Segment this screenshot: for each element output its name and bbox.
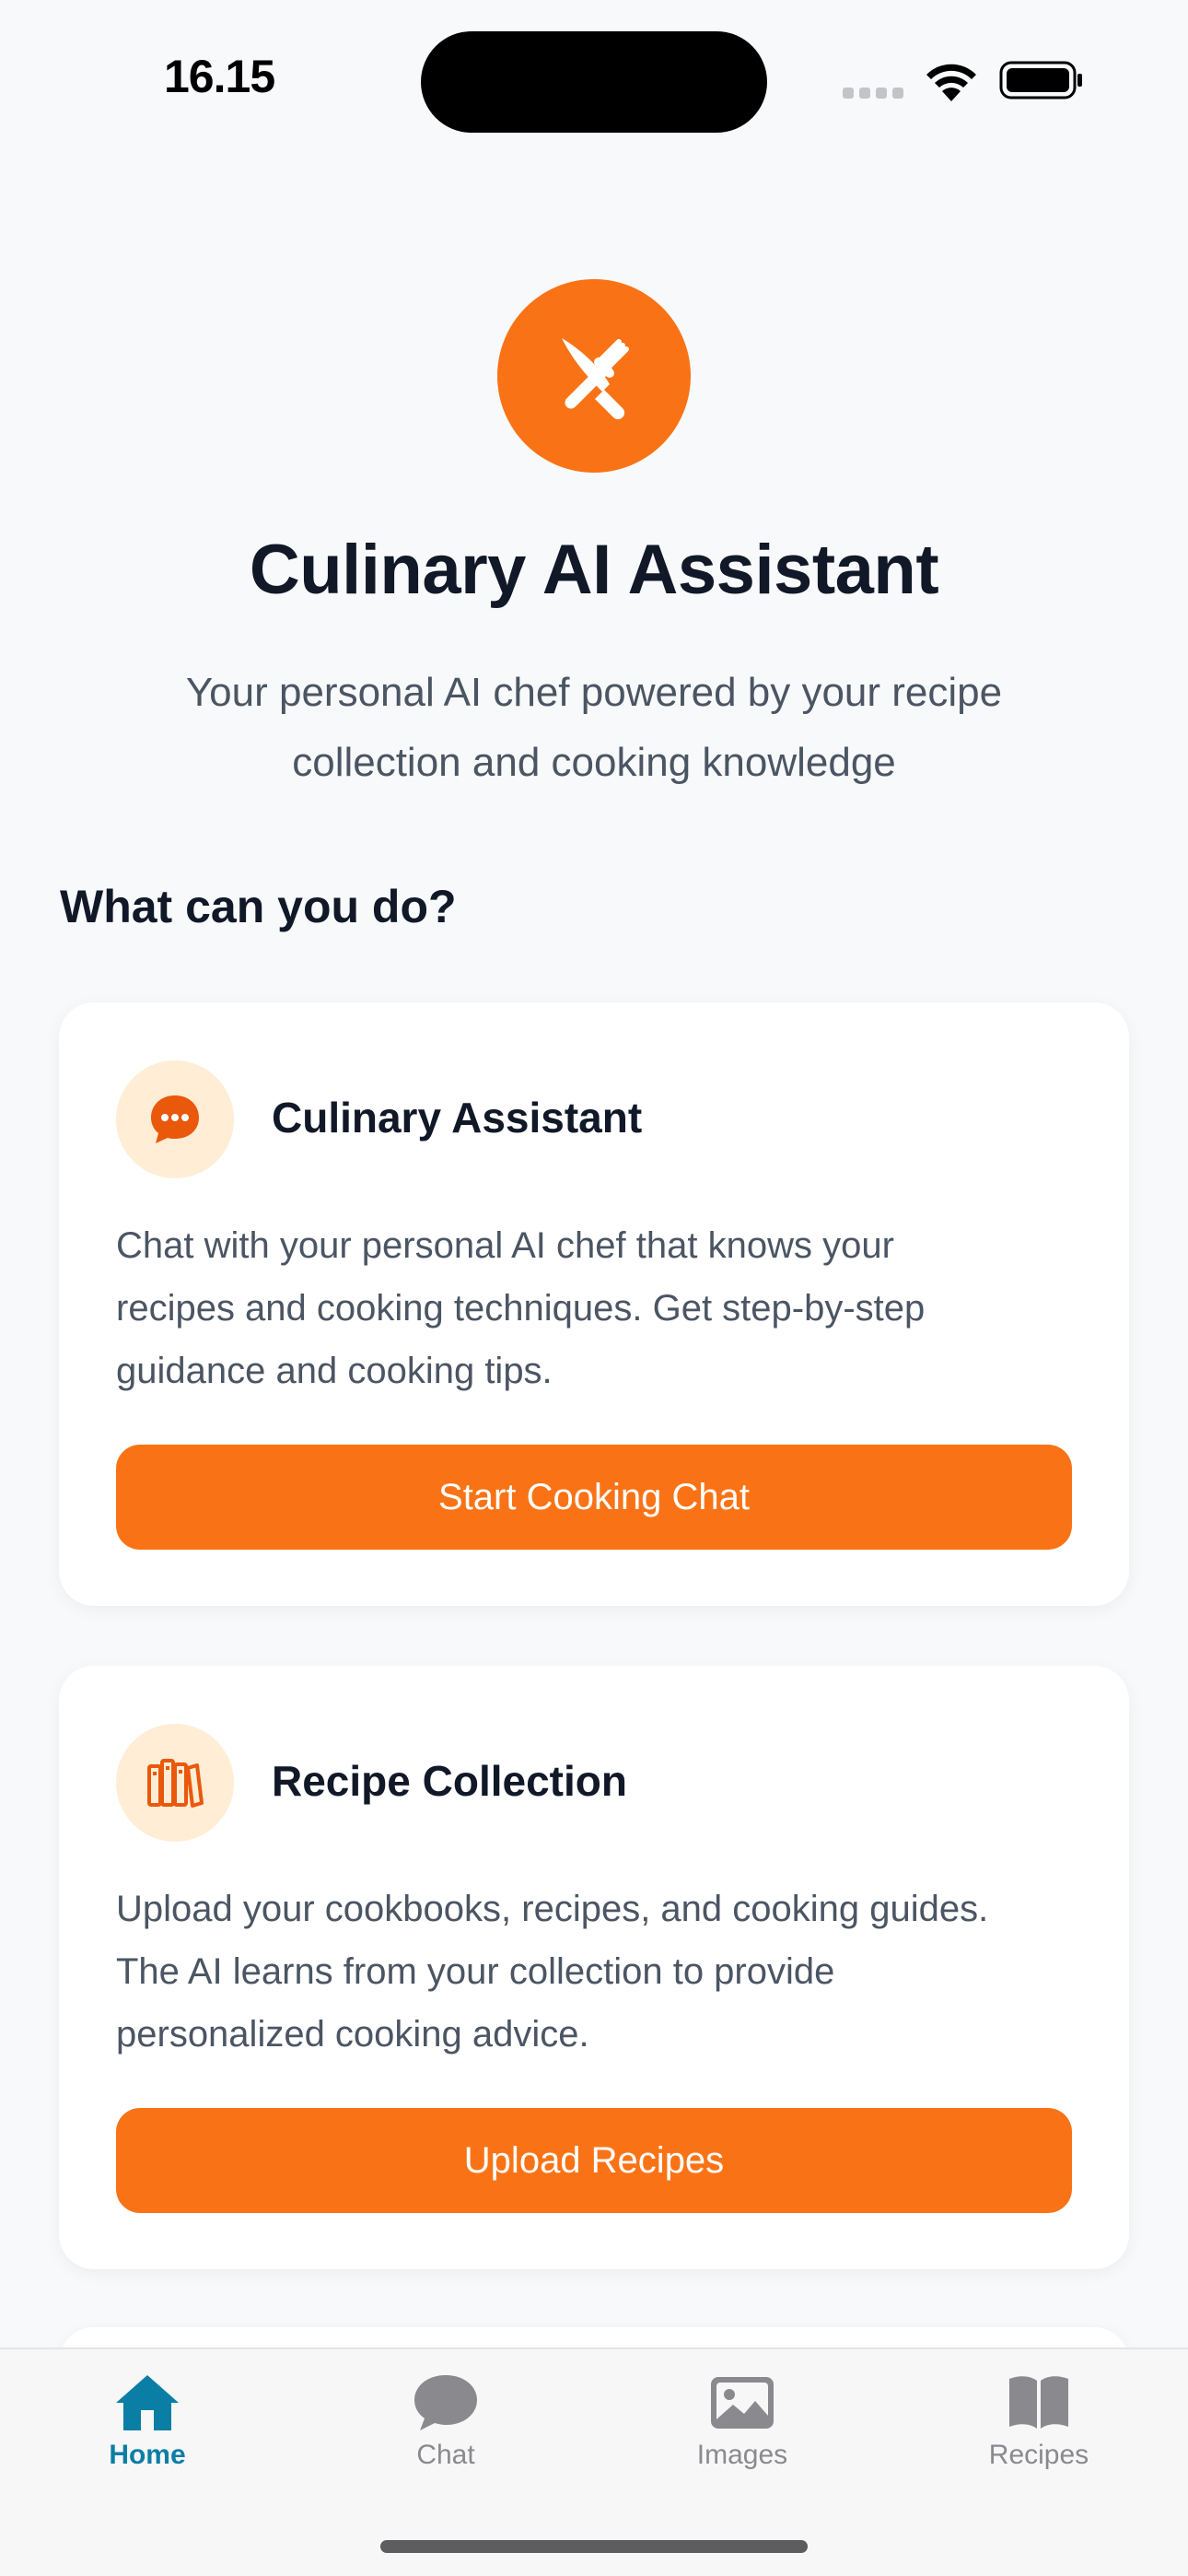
tab-recipes[interactable]: Recipes [947,2371,1131,2471]
card-description-line: guidance and cooking tips. [116,1351,553,1391]
card-description-line: The AI learns from your collection to pr… [116,1951,835,1992]
books-icon [116,1724,234,1842]
chat-bubble-icon [414,2375,477,2430]
tab-images[interactable]: Images [650,2371,834,2471]
tab-home[interactable]: Home [55,2371,239,2471]
card-description: Upload your cookbooks, recipes, and cook… [116,1878,1092,2066]
upload-recipes-button[interactable]: Upload Recipes [116,2108,1072,2213]
status-bar: 16.15 [0,0,1188,161]
recipe-collection-card: Recipe Collection Upload your cookbooks,… [59,1666,1129,2269]
wifi-icon [926,64,976,101]
section-heading: What can you do? [60,881,457,932]
card-description-line: personalized cooking advice. [116,2014,589,2055]
card-title: Culinary Assistant [272,1094,643,1142]
card-description: Chat with your personal AI chef that kno… [116,1214,1092,1402]
status-time: 16.15 [164,51,275,102]
card-description-line: Chat with your personal AI chef that kno… [116,1225,894,1266]
tab-label: Recipes [988,2440,1089,2470]
tab-label: Images [696,2440,788,2470]
home-indicator[interactable] [380,2540,808,2553]
cellular-signal-icon [843,88,903,100]
culinary-assistant-card: Culinary Assistant Chat with your person… [59,1002,1129,1606]
app-screen: 16.15 Culinary AI Assistant Your persona… [0,0,1188,2576]
card-description-line: Upload your cookbooks, recipes, and cook… [116,1889,989,1929]
image-icon [711,2377,774,2429]
dynamic-island [421,31,767,133]
battery-icon [999,61,1082,100]
card-description-line: recipes and cooking techniques. Get step… [116,1288,926,1329]
tab-label: Home [109,2440,186,2470]
page-subtitle: Your personal AI chef powered by your re… [129,658,1059,798]
card-title: Recipe Collection [272,1757,627,1805]
book-icon [1009,2376,1068,2429]
house-icon [116,2375,179,2430]
tab-label: Chat [416,2440,475,2470]
chat-bubble-ellipsis-icon [116,1060,234,1178]
start-cooking-chat-button[interactable]: Start Cooking Chat [116,1445,1072,1550]
subtitle-line: collection and cooking knowledge [292,740,896,785]
subtitle-line: Your personal AI chef powered by your re… [185,670,1003,715]
tab-chat[interactable]: Chat [354,2371,538,2471]
app-logo-fork-knife-icon [497,279,691,473]
page-title: Culinary AI Assistant [249,531,939,609]
